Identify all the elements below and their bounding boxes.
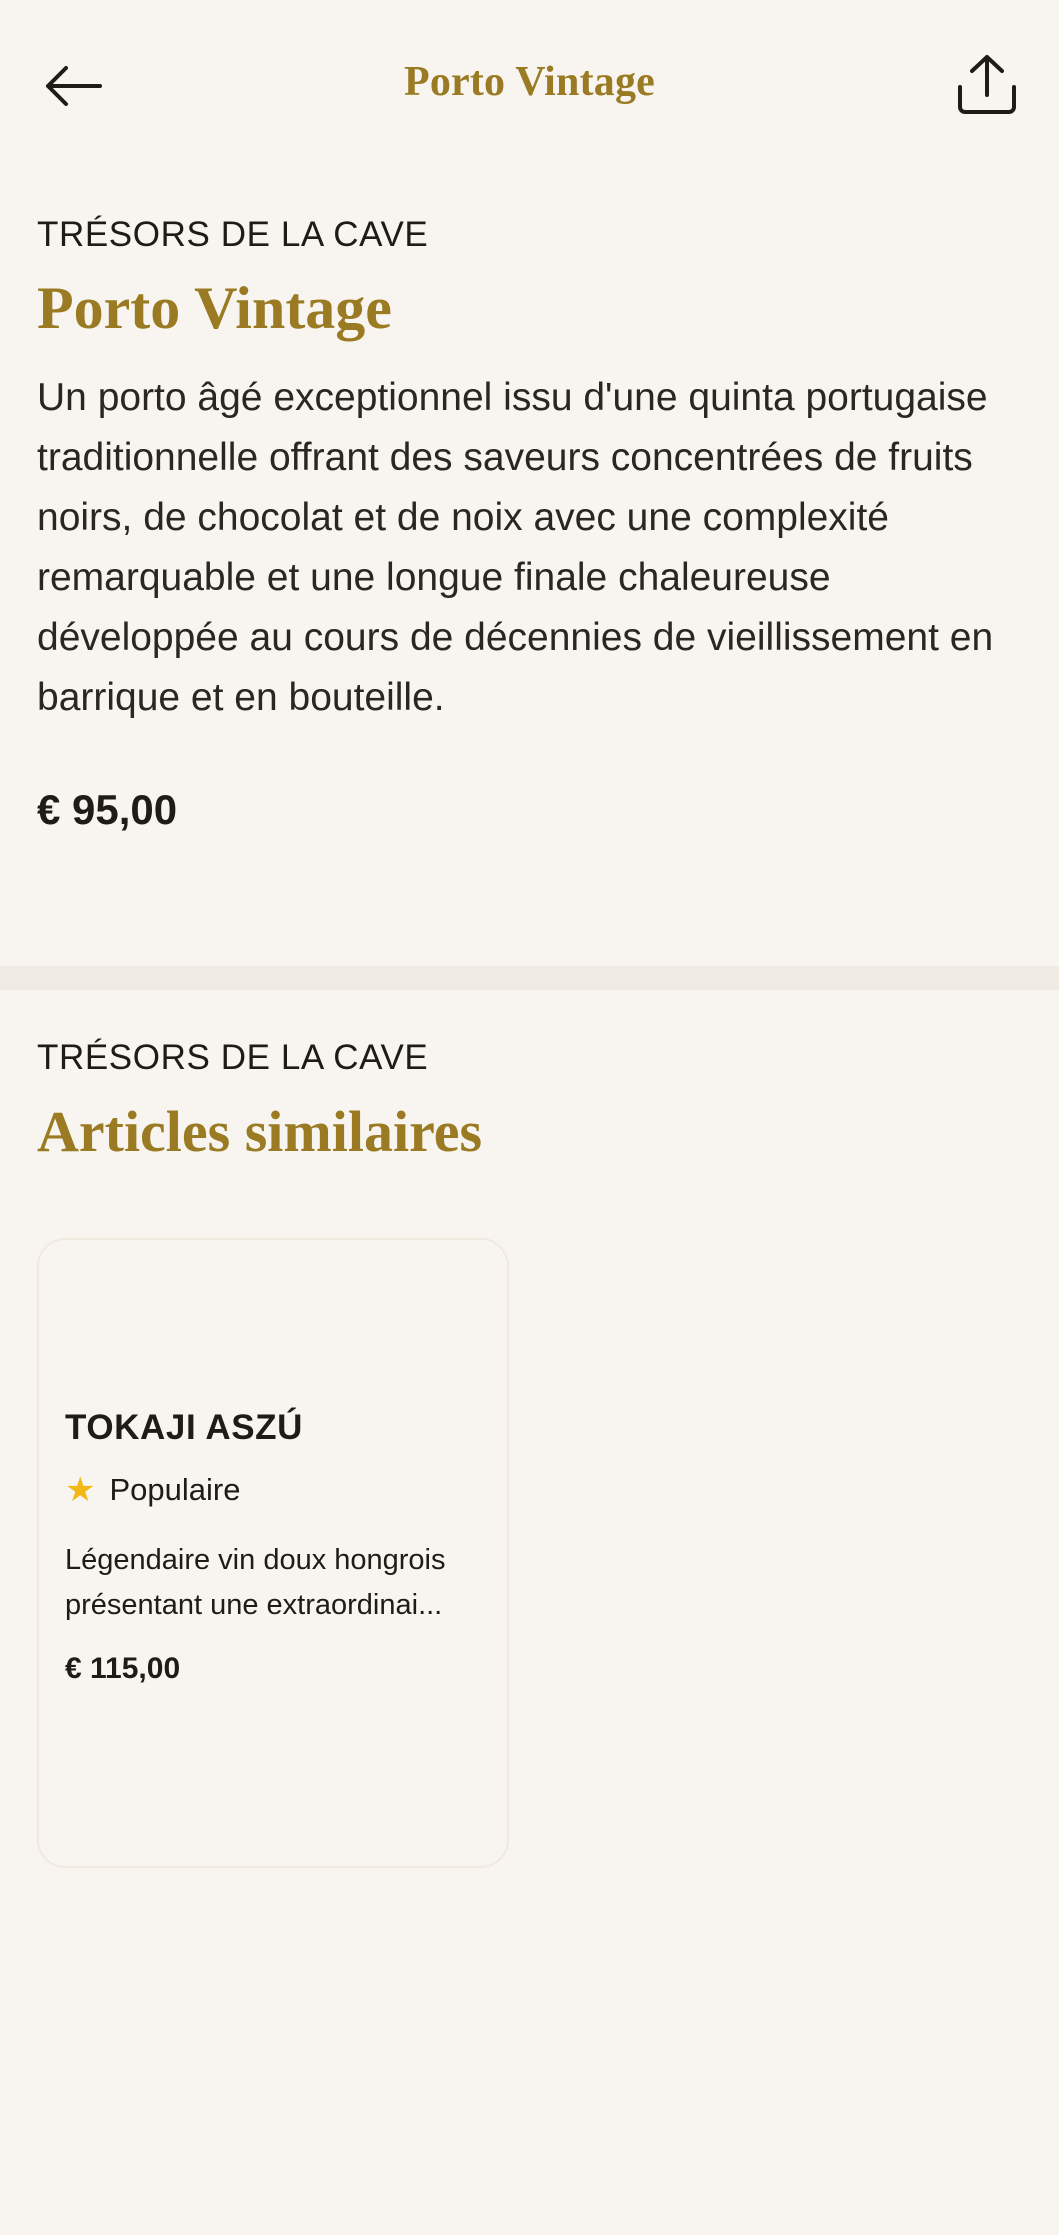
share-button[interactable] — [951, 48, 1023, 124]
product-description: Un porto âgé exceptionnel issu d'une qui… — [37, 376, 994, 719]
top-bar: Porto Vintage — [0, 0, 1059, 170]
similar-item-content: TOKAJI ASZÚ ★ Populaire Légendaire vin d… — [65, 1408, 487, 1686]
similar-eyebrow: TRÉSORS DE LA CAVE — [37, 1038, 429, 1077]
similar-item-price: € 115,00 — [65, 1652, 181, 1685]
similar-item-card[interactable]: TOKAJI ASZÚ ★ Populaire Légendaire vin d… — [37, 1238, 509, 1868]
star-icon: ★ — [65, 1471, 96, 1509]
similar-heading: Articles similaires — [37, 1099, 483, 1164]
product-detail: TRÉSORS DE LA CAVE Porto Vintage Un port… — [37, 215, 1022, 834]
product-name: Porto Vintage — [37, 275, 392, 341]
similar-item-name: TOKAJI ASZÚ — [65, 1408, 304, 1447]
section-divider — [0, 966, 1059, 990]
product-eyebrow: TRÉSORS DE LA CAVE — [37, 215, 429, 254]
similar-section: TRÉSORS DE LA CAVE Articles similaires — [37, 1038, 1022, 1163]
similar-item-badge: ★ Populaire — [65, 1472, 487, 1508]
page-title: Porto Vintage — [403, 59, 656, 105]
share-icon — [956, 53, 1018, 120]
similar-item-description: Légendaire vin doux hongrois présentant … — [65, 1544, 446, 1621]
similar-item-badge-label: Populaire — [109, 1472, 241, 1507]
product-price: € 95,00 — [37, 786, 178, 833]
